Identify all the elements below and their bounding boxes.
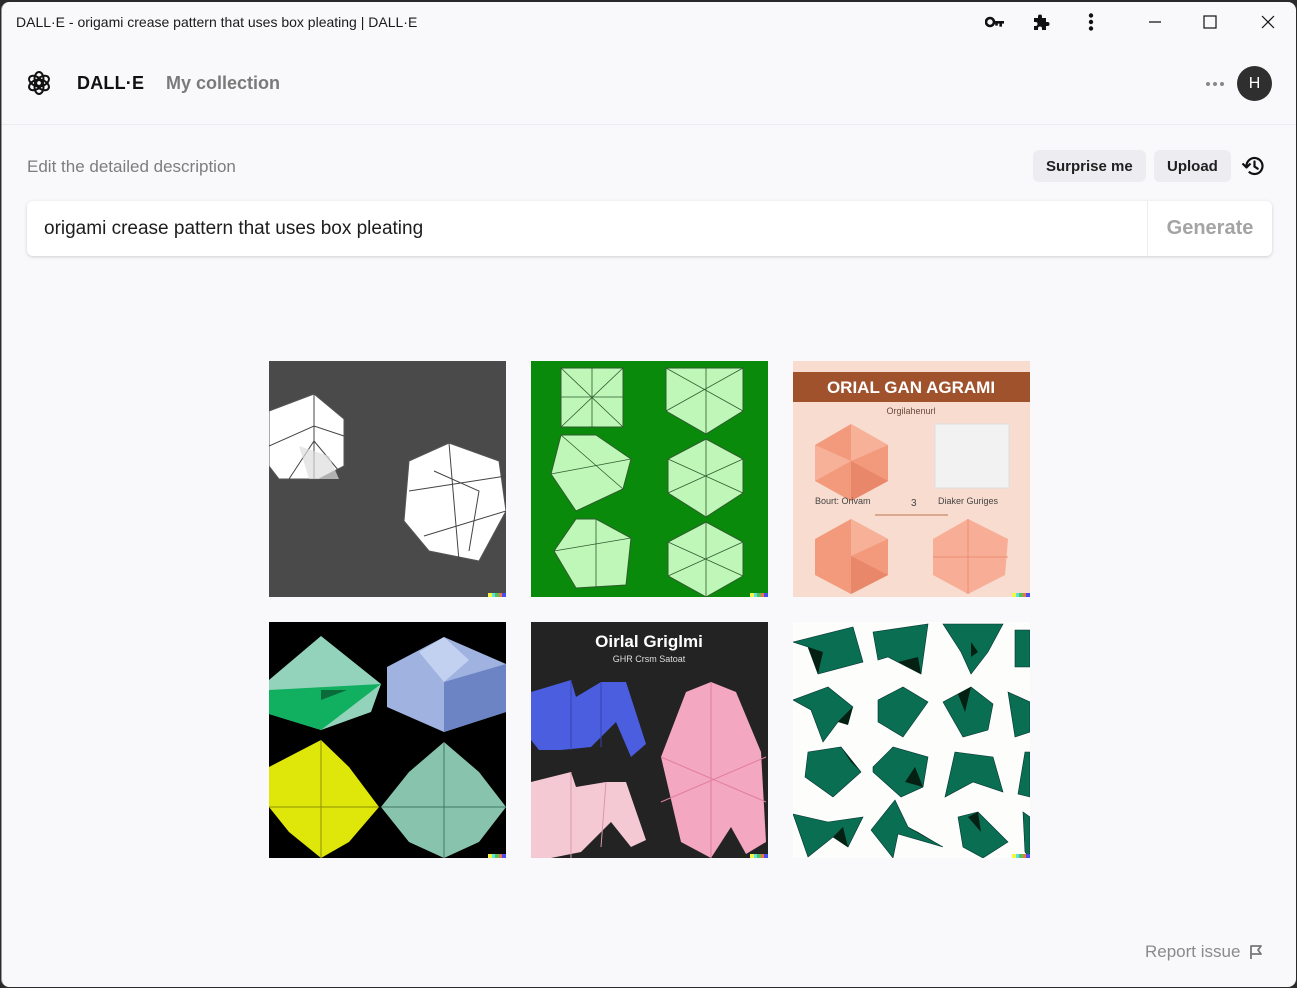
- results-grid: ORIAL GAN AGRAMI Orgilahenurl Bourt: Ori…: [269, 361, 1030, 858]
- surprise-me-button[interactable]: Surprise me: [1033, 150, 1146, 182]
- prompt-label: Edit the detailed description: [27, 157, 236, 176]
- history-icon[interactable]: [1241, 153, 1267, 179]
- nav-my-collection[interactable]: My collection: [166, 73, 280, 94]
- close-icon[interactable]: [1256, 10, 1280, 34]
- puzzle-extension-icon[interactable]: [1029, 10, 1053, 34]
- generate-button[interactable]: Generate: [1147, 201, 1272, 256]
- report-issue-link[interactable]: Report issue: [1145, 942, 1264, 962]
- maximize-icon[interactable]: [1198, 10, 1222, 34]
- poster-subtitle: Orgilahenurl: [886, 406, 935, 416]
- openai-logo-icon[interactable]: [25, 69, 53, 97]
- result-image-5[interactable]: Oirlal Griglmi GHR Crsm Satoat: [531, 622, 768, 858]
- result-image-6[interactable]: [793, 622, 1030, 858]
- prompt-input[interactable]: [44, 201, 1134, 256]
- poster-caption-left: Bourt: Orivam: [815, 496, 871, 506]
- result-image-3[interactable]: ORIAL GAN AGRAMI Orgilahenurl Bourt: Ori…: [793, 361, 1030, 597]
- minimize-icon[interactable]: [1143, 10, 1167, 34]
- kebab-menu-icon[interactable]: [1079, 10, 1103, 34]
- more-options-icon[interactable]: [1202, 74, 1228, 94]
- browser-window: DALL·E - origami crease pattern that use…: [1, 2, 1296, 987]
- poster-heading: ORIAL GAN AGRAMI: [827, 378, 995, 397]
- poster-caption-right: Diaker Guriges: [938, 496, 999, 506]
- signature-mark: [1012, 854, 1030, 858]
- signature-mark: [1012, 593, 1030, 597]
- key-icon[interactable]: [983, 10, 1007, 34]
- poster-heading: Oirlal Griglmi: [595, 632, 703, 651]
- signature-mark: [488, 593, 506, 597]
- title-bar: DALL·E - origami crease pattern that use…: [2, 2, 1296, 42]
- signature-mark: [488, 854, 506, 858]
- avatar[interactable]: H: [1237, 66, 1272, 101]
- window-title: DALL·E - origami crease pattern that use…: [16, 14, 418, 30]
- poster-subtitle: GHR Crsm Satoat: [613, 654, 686, 664]
- app-header: DALL·E My collection H: [2, 42, 1296, 125]
- flag-icon: [1250, 945, 1263, 959]
- signature-mark: [750, 593, 768, 597]
- brand-name[interactable]: DALL·E: [77, 73, 144, 94]
- prompt-box: Generate: [27, 201, 1272, 256]
- report-issue-label: Report issue: [1145, 942, 1241, 961]
- upload-button[interactable]: Upload: [1154, 150, 1231, 182]
- result-image-2[interactable]: [531, 361, 768, 597]
- result-image-1[interactable]: [269, 361, 506, 597]
- poster-caption-number: 3: [911, 498, 917, 509]
- result-image-4[interactable]: [269, 622, 506, 858]
- signature-mark: [750, 854, 768, 858]
